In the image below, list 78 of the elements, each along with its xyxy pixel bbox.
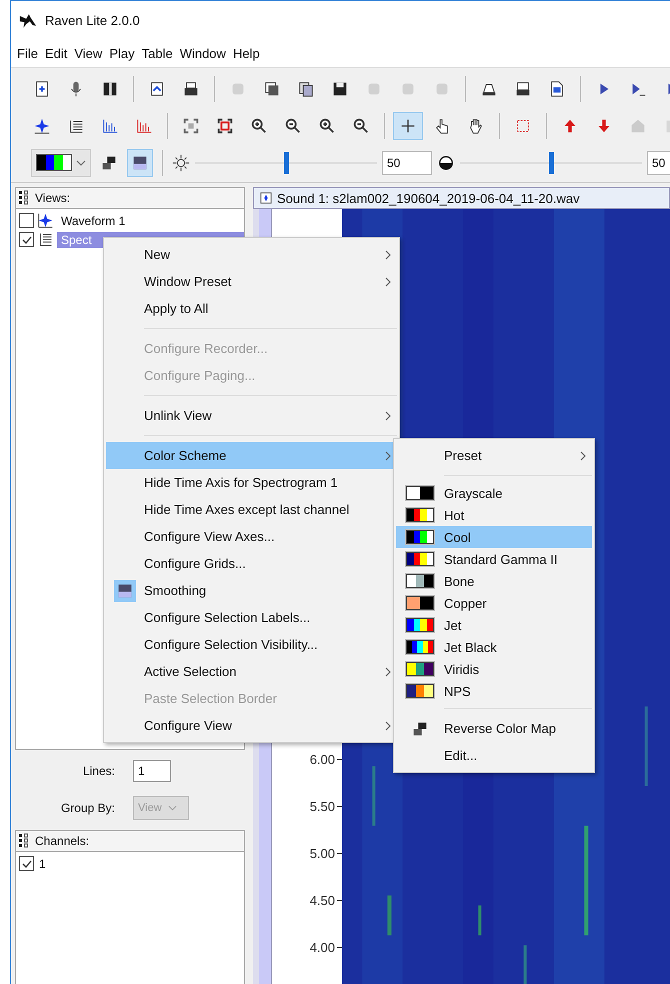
color-swatch [406, 640, 434, 654]
contrast-slider[interactable] [460, 150, 642, 174]
menu-item[interactable]: Hide Time Axis for Spectrogram 1 [106, 469, 397, 496]
menu-item[interactable]: Bone [396, 570, 592, 592]
menu-item[interactable]: Grayscale [396, 482, 592, 504]
menu-item[interactable]: Hide Time Axes except last channel [106, 496, 397, 523]
axis-label: 4.50 [310, 893, 335, 908]
brightness-field[interactable]: 50 [382, 150, 432, 174]
contrast-icon [437, 154, 455, 172]
menu-item[interactable]: Cool [396, 526, 592, 548]
color-swatch [406, 618, 434, 632]
menu-item[interactable]: Play [109, 45, 135, 62]
menu-item[interactable]: Hot [396, 504, 592, 526]
color-swatch [406, 486, 434, 500]
color-swatch [406, 552, 434, 566]
view-item[interactable]: Waveform 1 [57, 212, 244, 228]
menu-item[interactable]: Jet Black [396, 636, 592, 658]
color-map-dropdown[interactable] [31, 148, 91, 176]
sound-window-title: Sound 1: s2lam002_190604_2019-06-04_11-20.wav [277, 190, 580, 206]
checkbox[interactable] [19, 232, 34, 247]
axis-label: 6.00 [310, 752, 335, 767]
menu-item[interactable]: Edit... [396, 742, 592, 769]
menu-item[interactable]: Window [180, 45, 226, 62]
lines-icon [37, 231, 54, 248]
checkbox[interactable] [19, 856, 34, 871]
menu-item[interactable]: Active Selection [106, 658, 397, 685]
menu-item[interactable]: Reverse Color Map [396, 715, 592, 742]
contrast-field[interactable]: 50 [647, 150, 670, 174]
menu-item[interactable]: Apply to All [106, 295, 397, 322]
lines-label: Lines: [82, 764, 115, 778]
menu-item[interactable]: Unlink View [106, 402, 397, 429]
menu-item[interactable]: Table [142, 45, 173, 62]
menu-item[interactable]: View [74, 45, 102, 62]
menu-item[interactable]: Edit [44, 45, 68, 62]
smoothing-icon[interactable] [127, 148, 153, 176]
bird-logo-icon [19, 13, 37, 28]
brightness-slider[interactable] [195, 150, 377, 174]
menu-item[interactable]: Smoothing [106, 577, 397, 604]
reverse-gradient-icon [411, 720, 429, 738]
crosshair-icon[interactable] [393, 112, 423, 140]
menu-item[interactable]: Configure View Axes... [106, 523, 397, 550]
axis-label: 5.00 [310, 846, 335, 861]
channel-label[interactable]: 1 [37, 856, 46, 870]
grip-icon [19, 833, 29, 849]
menu-item[interactable]: File [17, 45, 38, 62]
color-swatch [406, 596, 434, 610]
lines-field[interactable]: 1 [133, 760, 171, 782]
panel-title: Views: [35, 191, 70, 205]
menu-item[interactable]: Viridis [396, 658, 592, 680]
menu-item[interactable]: Preset [396, 442, 592, 469]
menu-item[interactable]: Configure Selection Labels... [106, 604, 397, 631]
menu-item[interactable]: Help [232, 45, 260, 62]
caret-icon [76, 160, 86, 166]
menu-item[interactable]: Configure View [106, 712, 397, 739]
axis-label: 4.00 [310, 940, 335, 955]
window-title: Raven Lite 2.0.0 [45, 13, 140, 28]
menu-item[interactable]: Configure Grids... [106, 550, 397, 577]
panel-title: Channels: [35, 834, 90, 848]
color-swatch [406, 508, 434, 522]
caret-icon [168, 805, 177, 811]
sound-icon [260, 192, 272, 204]
color-swatch [406, 574, 434, 588]
color-swatch [406, 530, 434, 544]
group-by-label: Group By: [60, 801, 115, 815]
menu-item[interactable]: NPS [396, 680, 592, 702]
menu-item[interactable]: Standard Gamma II [396, 548, 592, 570]
menu-item[interactable]: New [106, 241, 397, 268]
checkbox[interactable] [19, 213, 34, 228]
menu-item[interactable]: Copper [396, 592, 592, 614]
sparkle-icon [37, 212, 54, 229]
color-swatch [406, 662, 434, 676]
menu-item[interactable]: Window Preset [106, 268, 397, 295]
grip-icon [19, 190, 29, 206]
color-swatch [406, 684, 434, 698]
menu-item[interactable]: Configure Selection Visibility... [106, 631, 397, 658]
menu-item[interactable]: Jet [396, 614, 592, 636]
sun-icon [172, 154, 190, 172]
axis-label: 5.50 [310, 799, 335, 814]
